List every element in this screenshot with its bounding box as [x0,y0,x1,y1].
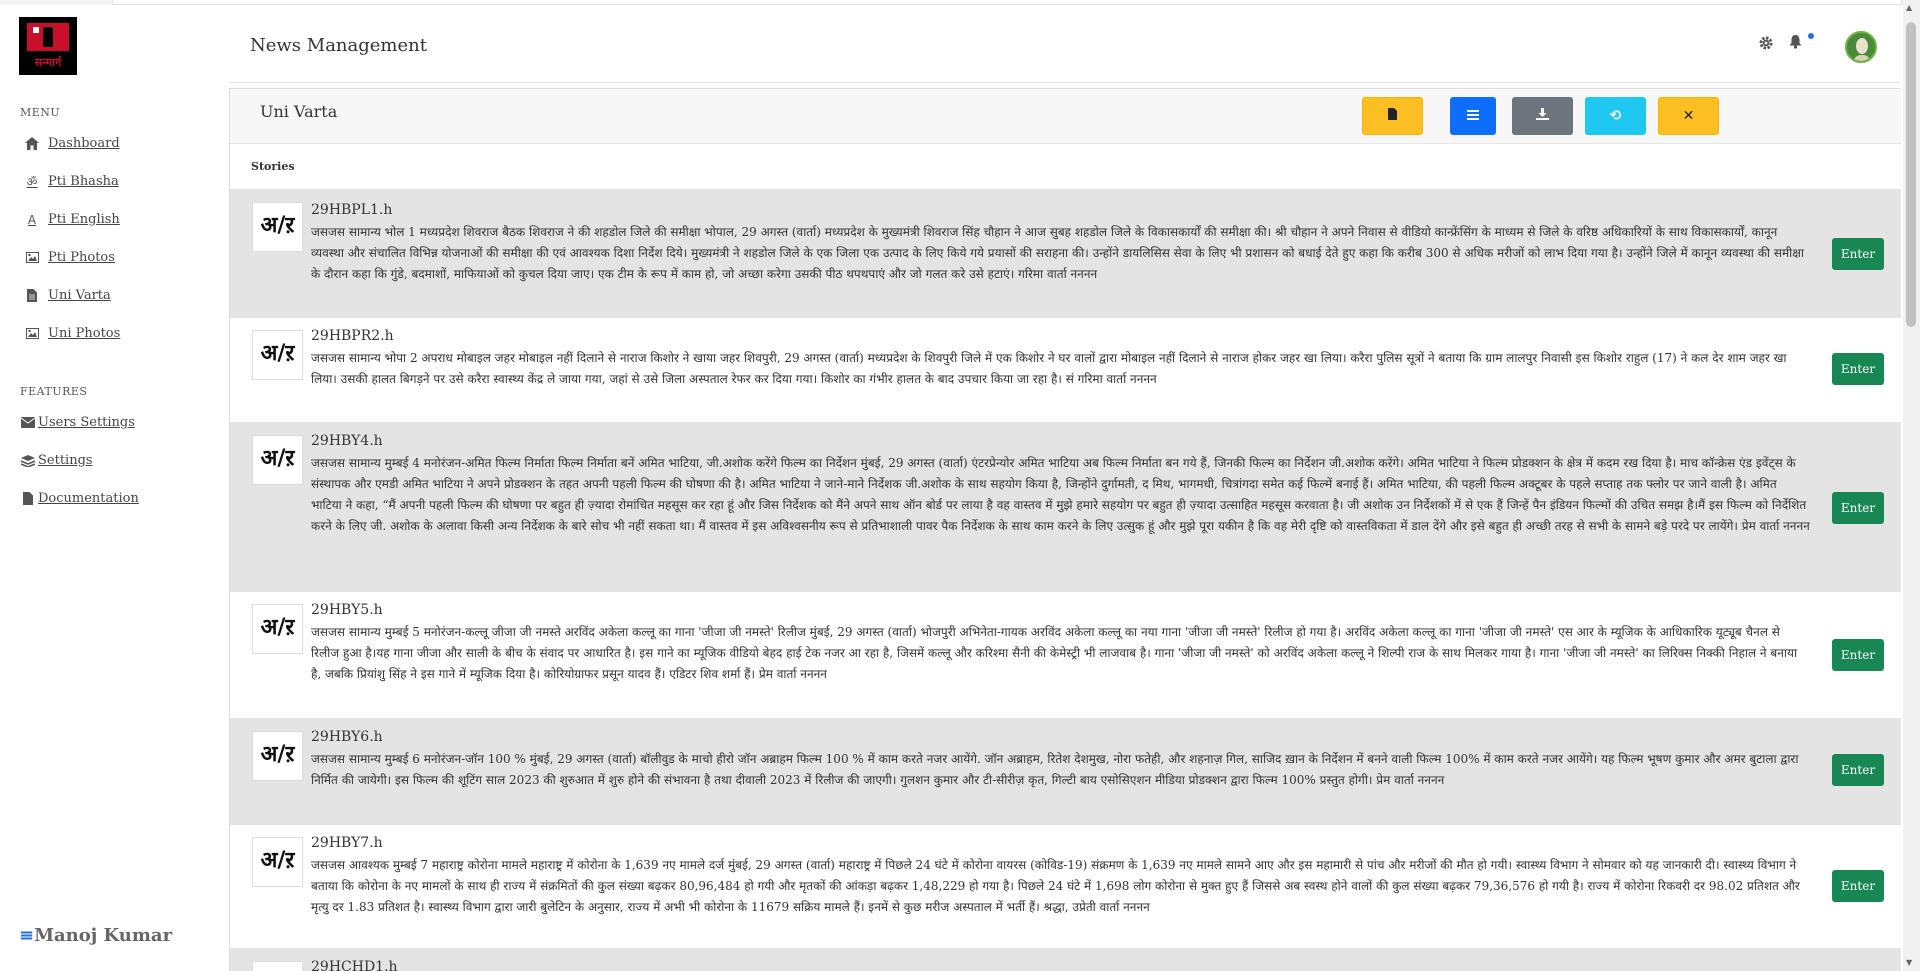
panel-header: Uni Varta ⟲ ✕ [230,89,1901,144]
close-button[interactable]: ✕ [1658,97,1719,135]
scroll-down-arrow-icon[interactable]: ▼ [1906,958,1912,967]
language-badge-icon: अ/ऱ [252,731,303,781]
list-item: अ/ऱ 29HBY5.h जसजस सामान्य मुम्बई 5 मनोरं… [230,591,1901,718]
list-item: अ/ऱ 29HBY7.h जसजस आवश्यक मुम्बई 7 महाराष… [230,824,1901,948]
story-text: जसजस आवश्यक मुम्बई 7 महाराष्ट्र कोरोना म… [311,858,1800,914]
om-icon: ॐ [26,175,38,189]
home-icon [24,137,40,151]
features-heading: FEATURES [20,385,88,398]
list-item: अ/ऱ 29HBPL1.h जसजस सामान्य भोल 1 मध्यप्र… [230,189,1901,317]
enter-button[interactable]: Enter [1832,870,1884,902]
logo-text: सन्मार्ग [34,56,62,69]
sidebar-item-pti-bhasha[interactable]: ॐ Pti Bhasha [24,174,119,189]
story-id: 29HBY4.h [311,433,383,449]
scrollbar-thumb[interactable] [1906,22,1916,327]
main-panel: Uni Varta ⟲ ✕ Stories अ/ऱ 29HBPL1.h जसजस… [229,88,1901,971]
language-badge-icon: अ/ऱ [252,435,303,485]
image-icon [24,251,40,265]
sidebar-item-label: Uni Photos [48,326,121,341]
file-icon [1388,108,1397,124]
list-item: अ/ऱ 29HBPR2.h जसजस सामान्य भोपा 2 अपराध … [230,317,1901,422]
sidebar-item-dashboard[interactable]: Dashboard [24,136,120,151]
list-icon [1467,108,1479,124]
brand-logo[interactable]: सन्मार्ग [19,17,77,75]
sidebar-item-documentation[interactable]: Documentation [20,491,139,506]
avatar[interactable] [1845,31,1877,63]
sidebar-item-uni-varta[interactable]: Uni Varta [24,288,111,303]
list-item: अ/ऱ 29HCHD1.h [230,948,1901,971]
notification-dot [1808,33,1814,39]
story-id: 29HBY7.h [311,835,383,851]
list-button[interactable] [1450,97,1496,135]
menu-heading: MENU [20,106,61,119]
gear-icon[interactable] [1759,35,1773,55]
story-text: जसजस सामान्य मुम्बई 6 मनोरंजन-जॉन 100 % … [311,752,1799,787]
layers-icon [20,454,36,468]
story-text: जसजस सामान्य भोल 1 मध्यप्रदेश शिवराज बैठ… [311,225,1804,281]
sidebar-item-uni-photos[interactable]: Uni Photos [24,326,120,341]
stories-label: Stories [251,160,295,173]
enter-button[interactable]: Enter [1832,238,1884,270]
file-icon [24,289,40,303]
story-id: 29HBPR2.h [311,328,394,344]
hamburger-icon: ≡ [19,925,35,946]
sidebar-item-label: Documentation [38,491,139,506]
sidebar-item-pti-english[interactable]: A Pti English [24,212,120,227]
enter-button[interactable]: Enter [1832,492,1884,524]
language-badge-icon: अ/ऱ [252,837,303,887]
story-text: जसजस सामान्य मुम्बई 5 मनोरंजन-कल्लू जीजा… [311,625,1798,681]
story-id: 29HBY5.h [311,602,383,618]
bell-icon[interactable] [1789,34,1802,53]
top-header: News Management [229,5,1900,83]
sidebar-item-label: Dashboard [48,136,120,151]
sidebar-item-label: Users Settings [38,415,135,430]
scroll-up-arrow-icon[interactable]: ▲ [1906,3,1912,12]
language-badge-icon: अ/ऱ [252,330,303,380]
sidebar-item-label: Settings [38,453,93,468]
sidebar-item-pti-photos[interactable]: Pti Photos [24,250,115,265]
story-text: जसजस सामान्य मुम्बई 4 मनोरंजन-अमित फिल्म… [311,456,1810,533]
refresh-icon: ⟲ [1609,108,1622,124]
sidebar-item-label: Pti English [48,212,120,227]
enter-button[interactable]: Enter [1832,353,1884,385]
logo-mark-icon [27,23,69,51]
sidebar-item-settings[interactable]: Settings [20,453,93,468]
close-icon: ✕ [1682,108,1695,124]
refresh-button[interactable]: ⟲ [1585,97,1646,135]
font-icon: A [27,212,37,227]
language-badge-icon: अ/ऱ [252,961,303,971]
sidebar-item-label: Uni Varta [48,288,111,303]
page-title: News Management [250,35,427,56]
enter-button[interactable]: Enter [1832,639,1884,671]
story-text: जसजस सामान्य भोपा 2 अपराध मोबाइल जहर मोब… [311,351,1787,386]
envelope-icon [20,416,36,430]
enter-button[interactable]: Enter [1832,754,1884,786]
sidebar-item-users-settings[interactable]: Users Settings [20,415,135,430]
stories-list: अ/ऱ 29HBPL1.h जसजस सामान्य भोल 1 मध्यप्र… [230,189,1901,971]
story-id: 29HCHD1.h [311,959,398,971]
language-badge-icon: अ/ऱ [252,202,303,252]
new-file-button[interactable] [1362,97,1423,135]
list-item: अ/ऱ 29HBY6.h जसजस सामान्य मुम्बई 6 मनोरं… [230,718,1901,824]
panel-title: Uni Varta [260,102,338,121]
sidebar-item-label: Pti Photos [48,250,115,265]
download-button[interactable] [1512,97,1573,135]
download-icon [1536,108,1549,124]
sidebar-item-label: Pti Bhasha [48,174,119,189]
document-icon [20,492,36,506]
user-name: Manoj Kumar [34,925,173,946]
story-id: 29HBPL1.h [311,202,393,218]
language-badge-icon: अ/ऱ [252,604,303,654]
user-menu[interactable]: ≡Manoj Kumar [19,925,172,946]
sidebar: सन्मार्ग MENU Dashboard ॐ Pti Bhasha A P… [0,5,229,971]
image-icon [24,327,40,341]
story-id: 29HBY6.h [311,729,383,745]
list-item: अ/ऱ 29HBY4.h जसजस सामान्य मुम्बई 4 मनोरं… [230,422,1901,591]
